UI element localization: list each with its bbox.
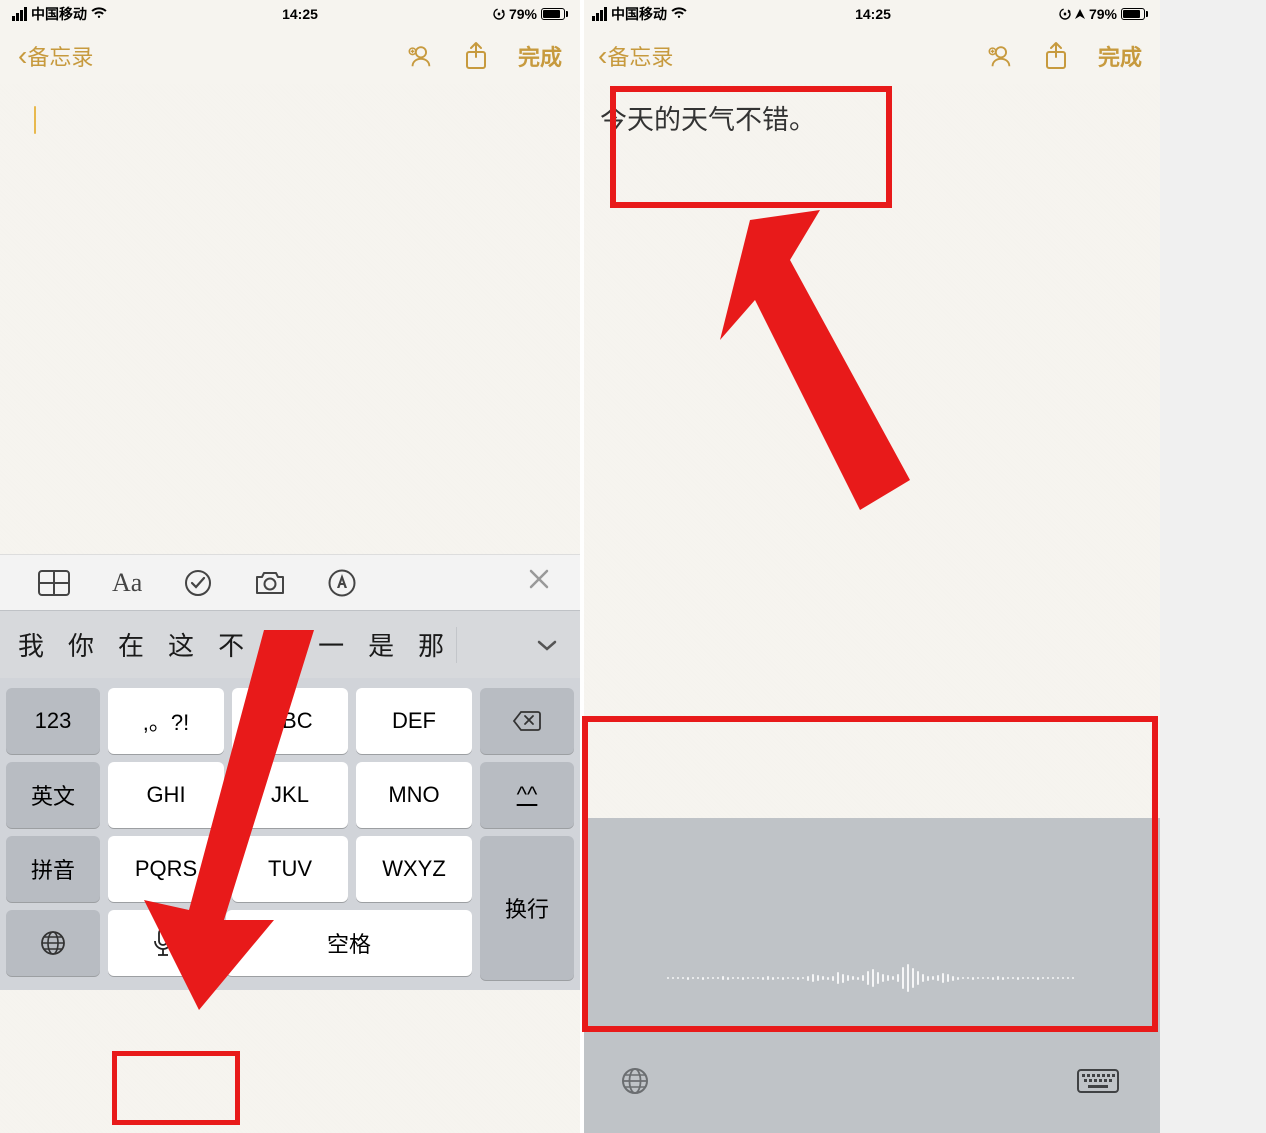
key-dictation[interactable]: [108, 910, 218, 976]
key-return[interactable]: 换行: [480, 836, 574, 980]
wifi-icon: [91, 6, 107, 22]
candidate-bar: 我 你 在 这 不 好 一 是 那: [0, 610, 580, 678]
rotation-lock-icon: [493, 8, 505, 20]
battery-pct: 79%: [1089, 6, 1117, 22]
keyboard: 123 ,。?! ABC DEF 英文 GHI JKL MNO 拼音 PQRS: [0, 678, 580, 990]
share-icon[interactable]: [1042, 42, 1070, 70]
camera-icon[interactable]: [254, 570, 286, 596]
nav-bar: ‹ 备忘录 完成: [580, 28, 1160, 84]
status-time: 14:25: [282, 6, 318, 22]
key-emoji[interactable]: ^^: [480, 762, 574, 828]
signal-icon: [12, 7, 27, 21]
format-toolbar: Aa: [0, 554, 580, 610]
composite-container: 中国移动 14:25 79% ‹ 备忘录: [0, 0, 1266, 1133]
rotation-lock-icon: [1059, 8, 1071, 20]
dictation-globe-button[interactable]: [620, 1066, 650, 1101]
chevron-left-icon: ‹: [18, 40, 27, 72]
candidate-item[interactable]: 你: [56, 626, 106, 663]
chevron-left-icon: ‹: [598, 40, 607, 72]
key-globe[interactable]: [6, 910, 100, 976]
signal-icon: [592, 7, 607, 21]
globe-icon: [620, 1066, 650, 1096]
wifi-icon: [671, 6, 687, 22]
divider: [580, 0, 584, 1133]
battery-pct: 79%: [509, 6, 537, 22]
done-button[interactable]: 完成: [518, 40, 562, 72]
share-icon[interactable]: [462, 42, 490, 70]
separator: [456, 627, 457, 663]
note-editor[interactable]: [0, 84, 580, 554]
key-mno[interactable]: MNO: [356, 762, 472, 828]
done-button[interactable]: 完成: [1098, 40, 1142, 72]
key-space[interactable]: 空格: [226, 910, 472, 976]
status-left: 中国移动: [12, 4, 107, 24]
status-left: 中国移动: [592, 4, 687, 24]
key-def[interactable]: DEF: [356, 688, 472, 754]
key-ghi[interactable]: GHI: [108, 762, 224, 828]
key-pinyin[interactable]: 拼音: [6, 836, 100, 902]
key-abc[interactable]: ABC: [232, 688, 348, 754]
checklist-icon[interactable]: [184, 569, 212, 597]
keyboard-icon: [1076, 1066, 1120, 1096]
key-backspace[interactable]: [480, 688, 574, 754]
screen-left: 中国移动 14:25 79% ‹ 备忘录: [0, 0, 580, 1133]
back-label: 备忘录: [27, 40, 93, 72]
back-label: 备忘录: [607, 40, 673, 72]
globe-icon: [40, 930, 66, 956]
note-editor[interactable]: 今天的天气不错。: [580, 84, 1160, 714]
key-pqrs[interactable]: PQRS: [108, 836, 224, 902]
text-cursor: [34, 106, 36, 134]
key-punct[interactable]: ,。?!: [108, 688, 224, 754]
candidate-item[interactable]: 那: [406, 626, 456, 663]
key-wxyz[interactable]: WXYZ: [356, 836, 472, 902]
status-bar: 中国移动 14:25 79%: [580, 0, 1160, 28]
status-right: 79%: [1059, 6, 1148, 22]
close-toolbar-icon[interactable]: [528, 568, 550, 597]
dictation-panel: [580, 818, 1160, 1133]
nav-right: 完成: [406, 40, 562, 72]
candidate-item[interactable]: 这: [156, 626, 206, 663]
candidate-item[interactable]: 不: [206, 626, 256, 663]
candidate-item[interactable]: 是: [356, 626, 406, 663]
expand-candidates-button[interactable]: [520, 632, 574, 658]
note-text: 今天的天气不错。: [600, 102, 1140, 140]
add-person-icon[interactable]: [986, 42, 1014, 70]
key-english[interactable]: 英文: [6, 762, 100, 828]
candidate-item[interactable]: 在: [106, 626, 156, 663]
table-icon[interactable]: [38, 570, 70, 596]
text-format-icon[interactable]: Aa: [112, 568, 142, 598]
backspace-icon: [512, 710, 542, 732]
back-button[interactable]: ‹ 备忘录: [598, 40, 673, 72]
candidate-item[interactable]: 一: [306, 626, 356, 663]
waveform: [580, 948, 1160, 1008]
candidate-item[interactable]: 我: [6, 626, 56, 663]
carrier-label: 中国移动: [31, 4, 87, 24]
markup-icon[interactable]: [328, 569, 356, 597]
nav-right: 完成: [986, 40, 1142, 72]
toolbar-left-group: Aa: [38, 568, 356, 598]
status-time: 14:25: [855, 6, 891, 22]
nav-bar: ‹ 备忘录 完成: [0, 28, 580, 84]
back-button[interactable]: ‹ 备忘录: [18, 40, 93, 72]
key-jkl[interactable]: JKL: [232, 762, 348, 828]
status-right: 79%: [493, 6, 568, 22]
add-person-icon[interactable]: [406, 42, 434, 70]
key-tuv[interactable]: TUV: [232, 836, 348, 902]
key-123[interactable]: 123: [6, 688, 100, 754]
candidate-item[interactable]: 好: [256, 626, 306, 663]
screen-right: 中国移动 14:25 79% ‹ 备忘录: [580, 0, 1160, 1133]
location-icon: [1075, 9, 1085, 19]
battery-icon: [1121, 8, 1148, 20]
carrier-label: 中国移动: [611, 4, 667, 24]
dictation-keyboard-button[interactable]: [1076, 1066, 1120, 1101]
microphone-icon: [153, 928, 173, 958]
status-bar: 中国移动 14:25 79%: [0, 0, 580, 28]
battery-icon: [541, 8, 568, 20]
